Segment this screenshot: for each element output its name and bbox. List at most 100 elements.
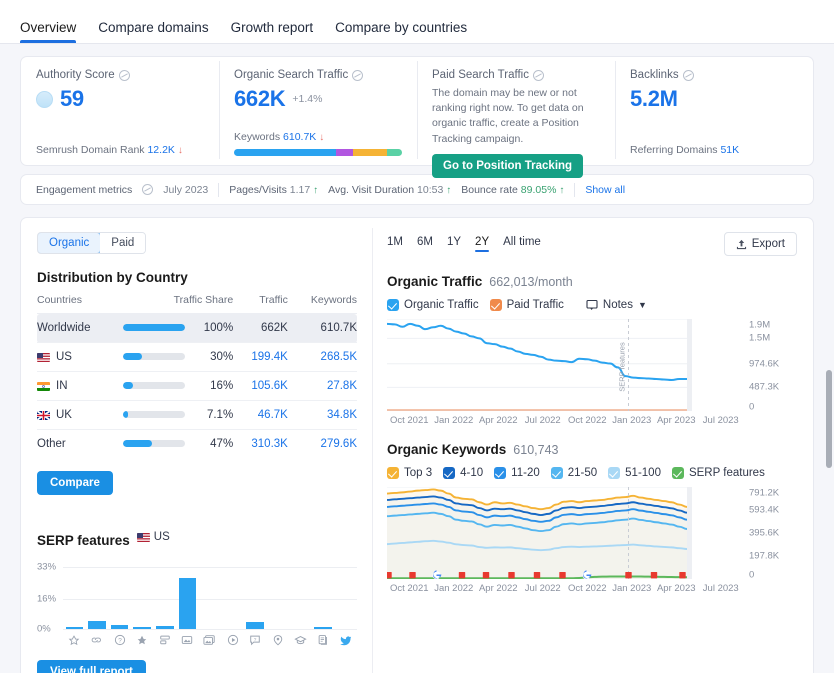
- distribution-table-header: Countries Traffic Share Traffic Keywords: [37, 294, 357, 314]
- checkbox-4-10[interactable]: [443, 467, 456, 479]
- checkbox-11-20[interactable]: [494, 467, 507, 479]
- image-icon[interactable]: [199, 634, 222, 646]
- table-row[interactable]: Worldwide 100% 662K 610.7K: [37, 313, 357, 343]
- info-icon[interactable]: [352, 69, 364, 81]
- vertical-scrollbar[interactable]: [826, 370, 832, 468]
- toggle-organic[interactable]: Organic: [38, 233, 102, 253]
- go-to-position-tracking-button[interactable]: Go to Position Tracking: [432, 153, 584, 178]
- legend-serp-features[interactable]: SERP features: [671, 467, 765, 479]
- sitelinks-icon[interactable]: [86, 634, 109, 646]
- bar-sitelinks[interactable]: [88, 620, 106, 629]
- twitter-icon[interactable]: [334, 634, 357, 646]
- legend-51-100[interactable]: 51-100: [608, 467, 661, 479]
- algorithm-update-marker[interactable]: [625, 572, 632, 579]
- engagement-metrics-label: Engagement metrics: [36, 183, 133, 196]
- algorithm-update-marker[interactable]: [482, 572, 490, 579]
- checkbox-paid-traffic[interactable]: [489, 299, 502, 311]
- table-row[interactable]: Other 47% 310.3K 279.6K: [37, 429, 357, 458]
- engagement-item-pages-visits: Pages/Visits 1.17 ↑: [229, 184, 318, 196]
- export-button[interactable]: Export: [723, 232, 797, 256]
- image-pack-icon[interactable]: [176, 634, 199, 646]
- bar-faq[interactable]: [110, 625, 129, 629]
- table-row[interactable]: US 30% 199.4K 268.5K: [37, 342, 357, 372]
- cell-traffic-share-bar: [117, 313, 192, 343]
- tab-overview[interactable]: Overview: [20, 20, 77, 43]
- distribution-table: Countries Traffic Share Traffic Keywords…: [37, 294, 357, 458]
- chart-right-shade: [687, 487, 692, 579]
- table-row[interactable]: UK 7.1% 46.7K 34.8K: [37, 400, 357, 430]
- organic-traffic-delta: +1.4%: [292, 93, 323, 105]
- range-2y[interactable]: 2Y: [475, 236, 490, 252]
- checkbox-top-3[interactable]: [387, 467, 399, 479]
- tab-compare-domains[interactable]: Compare domains: [98, 20, 208, 43]
- organic-traffic-header: Organic Search Traffic: [234, 69, 402, 81]
- notes-dropdown[interactable]: Notes ▼: [586, 299, 647, 311]
- bar-carousel[interactable]: [155, 626, 174, 629]
- algorithm-update-marker[interactable]: [387, 572, 392, 579]
- country-label: Other: [37, 438, 66, 450]
- knowledge-panel-icon[interactable]: [289, 634, 312, 646]
- checkbox-21-50[interactable]: [550, 467, 563, 479]
- info-icon[interactable]: [532, 69, 544, 81]
- organic-keywords-chart[interactable]: 791.2K 593.4K 395.6K 197.8K 0: [387, 487, 797, 581]
- algorithm-update-marker[interactable]: [533, 572, 541, 579]
- legend-label: 4-10: [460, 467, 484, 479]
- algorithm-update-marker[interactable]: [650, 572, 658, 579]
- avg-visit-duration-value: 10:53: [417, 183, 444, 196]
- bar-reviews[interactable]: [133, 627, 151, 629]
- range-6m[interactable]: 6M: [417, 236, 433, 252]
- legend-organic-traffic[interactable]: Organic Traffic: [387, 299, 479, 311]
- x-tick-label: Apr 2022: [478, 415, 518, 426]
- algorithm-update-marker[interactable]: [458, 572, 466, 579]
- carousel-icon[interactable]: [153, 634, 176, 646]
- faq-icon[interactable]: ?: [108, 634, 131, 646]
- local-pack-icon[interactable]: [266, 634, 289, 646]
- reviews-icon[interactable]: [131, 634, 154, 646]
- bar-instant-answer[interactable]: [314, 627, 332, 629]
- semrush-domain-rank-label: Semrush Domain Rank: [36, 144, 145, 156]
- legend-4-10[interactable]: 4-10: [443, 467, 483, 479]
- checkbox-organic-traffic[interactable]: [387, 299, 399, 311]
- show-all-link[interactable]: Show all: [585, 184, 625, 196]
- algorithm-update-marker[interactable]: [409, 572, 416, 579]
- info-icon[interactable]: [118, 69, 130, 81]
- instant-answer-icon[interactable]: [312, 634, 335, 646]
- toggle-paid[interactable]: Paid: [100, 233, 146, 253]
- cell-country: Worldwide: [37, 313, 118, 343]
- country-label: US: [56, 351, 72, 363]
- info-icon[interactable]: [142, 184, 154, 195]
- bar-featured-snippet[interactable]: [65, 627, 84, 629]
- tab-growth-report[interactable]: Growth report: [231, 20, 314, 43]
- view-full-report-button[interactable]: View full report: [37, 660, 146, 673]
- range-1m[interactable]: 1M: [387, 236, 403, 252]
- algorithm-update-marker[interactable]: [508, 572, 515, 579]
- algorithm-update-marker[interactable]: [559, 572, 566, 579]
- organic-traffic-chart[interactable]: SERP features 1.9M 1.5M 974.6K 487.3K 0: [387, 319, 797, 413]
- algorithm-update-marker[interactable]: [679, 572, 686, 579]
- legend-paid-traffic[interactable]: Paid Traffic: [489, 299, 564, 311]
- checkbox-51-100[interactable]: [608, 467, 621, 479]
- x-tick-label: Oct 2022: [567, 415, 607, 426]
- featured-snippet-icon[interactable]: [63, 634, 86, 646]
- tab-compare-by-countries[interactable]: Compare by countries: [335, 20, 467, 43]
- table-row[interactable]: IN 16% 105.6K 27.8K: [37, 371, 357, 401]
- info-icon[interactable]: [682, 69, 694, 81]
- authority-score-value-row: 59: [36, 86, 204, 112]
- compare-button[interactable]: Compare: [37, 471, 113, 495]
- cell-traffic: 662K: [233, 313, 288, 343]
- people-also-ask-icon[interactable]: ?: [244, 634, 267, 646]
- checkbox-serp-features[interactable]: [671, 467, 684, 479]
- range-1y[interactable]: 1Y: [447, 236, 461, 252]
- cell-traffic-share: 16%: [191, 371, 234, 401]
- range-all-time[interactable]: All time: [503, 236, 541, 252]
- legend-11-20[interactable]: 11-20: [494, 467, 540, 479]
- legend-top-3[interactable]: Top 3: [387, 467, 432, 479]
- video-icon[interactable]: [221, 634, 244, 646]
- legend-21-50[interactable]: 21-50: [550, 467, 597, 479]
- organic-keywords-y-axis: 791.2K 593.4K 395.6K 197.8K 0: [743, 487, 797, 581]
- organic-traffic-y-axis: 1.9M 1.5M 974.6K 487.3K 0: [743, 319, 797, 413]
- tab-overview-label: Overview: [20, 20, 77, 35]
- bar-people-also-ask[interactable]: [246, 622, 264, 629]
- bar-image-pack[interactable]: [178, 578, 197, 629]
- referring-domains-value: 51K: [720, 144, 740, 156]
